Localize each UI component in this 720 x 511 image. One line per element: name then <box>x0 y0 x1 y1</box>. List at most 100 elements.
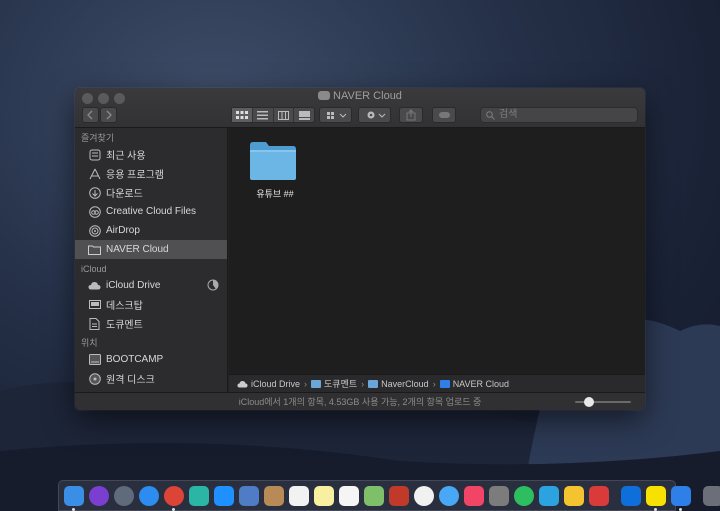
launchpad-icon[interactable] <box>114 485 134 506</box>
download-icon <box>88 186 101 199</box>
view-switcher[interactable] <box>231 107 315 123</box>
sidebar-item-downloads[interactable]: 다운로드 <box>75 183 227 202</box>
maps-icon[interactable] <box>364 485 384 506</box>
app-store-icon[interactable] <box>214 485 234 506</box>
path-crumb-navercloud[interactable]: NaverCloud <box>368 379 429 389</box>
sidebar-item-label: AirDrop <box>106 225 140 236</box>
icloud-icon <box>237 380 248 387</box>
photo-booth-icon[interactable] <box>389 485 409 506</box>
share-button[interactable] <box>399 107 423 123</box>
action-button[interactable] <box>358 107 391 123</box>
sidebar-item-label: NAVER Cloud <box>106 244 169 255</box>
search-input[interactable]: 검색 <box>480 107 638 123</box>
sidebar-item-naver-cloud[interactable]: NAVER Cloud <box>75 240 227 259</box>
naver-cloud-icon <box>439 379 450 388</box>
column-view-button[interactable] <box>274 108 295 122</box>
cloud-icon <box>318 91 331 100</box>
sidebar-item-label: 도큐멘트 <box>106 320 143 331</box>
grid-icon <box>235 110 248 119</box>
window-title: NAVER Cloud <box>75 90 645 102</box>
icon-size-slider[interactable] <box>575 397 631 407</box>
sidebar-section-locations: 위치 <box>81 338 98 348</box>
messages-icon[interactable] <box>439 485 459 506</box>
music-icon[interactable] <box>464 485 484 506</box>
sidebar-item-remote-disk[interactable]: 원격 디스크 <box>75 369 227 388</box>
sidebar-item-airdrop[interactable]: AirDrop <box>75 221 227 240</box>
file-item-label: 유튜브 ## <box>256 189 294 199</box>
contacts-icon[interactable] <box>264 485 284 506</box>
folder-icon <box>88 243 101 256</box>
columns-icon <box>277 110 289 120</box>
chrome-icon[interactable] <box>164 485 184 511</box>
chevron-right-icon: › <box>432 378 436 389</box>
list-view-button[interactable] <box>253 108 274 122</box>
finder-icon[interactable] <box>64 485 84 511</box>
system-preferences-icon[interactable] <box>489 485 509 506</box>
sidebar-item-documents[interactable]: 도큐멘트 <box>75 314 227 333</box>
running-indicator <box>679 507 682 511</box>
finder-window: NAVER Cloud 검색 즐겨찾기 최근 사용 응용 프로그램 다운로드 C… <box>75 88 645 410</box>
photos-icon[interactable] <box>414 485 434 506</box>
path-crumb-documents[interactable]: 도큐멘트 <box>311 377 357 390</box>
teamviewer-icon[interactable] <box>621 485 641 506</box>
running-indicator <box>654 507 657 511</box>
search-icon <box>486 111 495 120</box>
chevron-left-icon <box>87 110 93 120</box>
dock <box>58 480 720 511</box>
applications-icon <box>88 167 101 180</box>
evernote-icon[interactable] <box>514 485 534 506</box>
pocket-icon[interactable] <box>589 485 609 506</box>
safari-icon[interactable] <box>139 485 159 506</box>
sidebar-item-recents[interactable]: 최근 사용 <box>75 145 227 164</box>
sidebar-item-bootcamp[interactable]: BOOTCAMP <box>75 350 227 369</box>
notes-yellow-icon[interactable] <box>564 485 584 506</box>
remote-disk-icon <box>88 372 101 385</box>
sketch-icon[interactable] <box>189 485 209 506</box>
sidebar-item-label: BOOTCAMP <box>106 354 164 365</box>
disk-icon <box>88 353 101 366</box>
trash-icon[interactable] <box>703 485 720 506</box>
icon-view-button[interactable] <box>232 108 253 122</box>
gallery-view-button[interactable] <box>294 108 314 122</box>
list-icon <box>257 110 269 119</box>
calendar-icon[interactable] <box>289 485 309 506</box>
path-crumb-label: NAVER Cloud <box>452 378 510 389</box>
folder-icon <box>311 380 322 388</box>
toolbar: NAVER Cloud 검색 <box>75 88 645 128</box>
sidebar-item-label: Creative Cloud Files <box>106 206 197 217</box>
sidebar-item-label: 최근 사용 <box>106 151 146 162</box>
gear-icon <box>367 111 386 119</box>
sidebar-item-label: iCloud Drive <box>106 280 161 291</box>
path-crumb-naver-cloud[interactable]: NAVER Cloud <box>439 378 510 389</box>
desktop-icon <box>88 298 101 311</box>
siri-icon[interactable] <box>89 485 109 506</box>
preview-icon[interactable] <box>239 485 259 506</box>
reminders-icon[interactable] <box>339 485 359 506</box>
tag-icon <box>439 112 450 118</box>
tags-button[interactable] <box>432 107 456 123</box>
group-button[interactable] <box>319 107 352 123</box>
slider-knob[interactable] <box>584 397 594 407</box>
path-crumb-label: 도큐멘트 <box>324 379 358 389</box>
chevron-right-icon <box>106 110 112 120</box>
naver-cloud-icon[interactable] <box>671 485 691 511</box>
back-button[interactable] <box>82 107 99 123</box>
share-icon <box>406 109 416 121</box>
airdrop-icon <box>88 224 101 237</box>
sidebar-item-applications[interactable]: 응용 프로그램 <box>75 164 227 183</box>
document-icon <box>88 317 101 330</box>
sidebar-item-creative-cloud[interactable]: Creative Cloud Files <box>75 202 227 221</box>
search-placeholder: 검색 <box>499 109 518 120</box>
window-title-text: NAVER Cloud <box>333 90 402 102</box>
running-indicator <box>172 507 175 511</box>
notes-icon[interactable] <box>314 485 334 506</box>
forward-button[interactable] <box>100 107 117 123</box>
path-bar: iCloud Drive › 도큐멘트 › NaverCloud › NAVER… <box>229 374 645 392</box>
sidebar-section-favorites: 즐겨찾기 <box>81 133 115 143</box>
sidebar-item-desktop[interactable]: 데스크탑 <box>75 295 227 314</box>
path-crumb-icloud[interactable]: iCloud Drive <box>237 379 300 389</box>
kakaotalk-icon[interactable] <box>646 485 666 511</box>
notability-icon[interactable] <box>539 485 559 506</box>
sidebar-item-label: 데스크탑 <box>106 301 143 312</box>
sidebar-item-icloud-drive[interactable]: iCloud Drive <box>75 276 227 295</box>
